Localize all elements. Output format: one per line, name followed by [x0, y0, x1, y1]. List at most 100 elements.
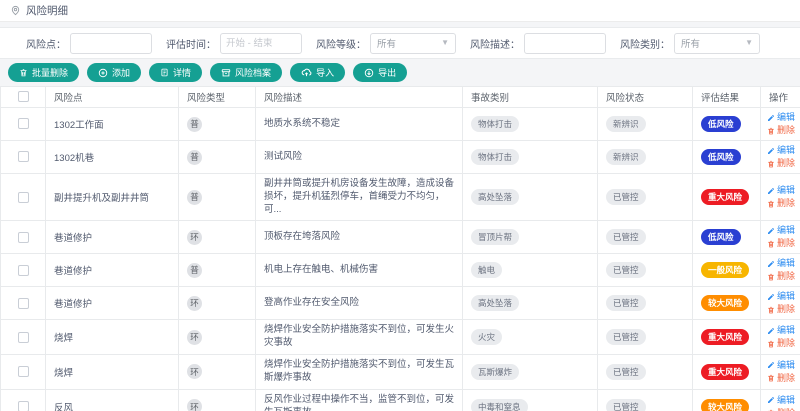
actions-cell: 编辑 删除: [760, 354, 800, 390]
edit-link[interactable]: 编辑: [767, 257, 796, 270]
risk-status-cell: 已管控: [597, 286, 693, 321]
trash-icon: [768, 240, 774, 248]
assess-result-cell: 重大风险: [692, 319, 761, 356]
risk-desc-cell: 登高作业存在安全风险: [255, 286, 463, 321]
edit-link[interactable]: 编辑: [767, 324, 796, 337]
delete-link[interactable]: 删除: [767, 124, 796, 137]
risk-status-badge: 已管控: [606, 295, 646, 312]
detail-button[interactable]: 详情: [149, 63, 203, 82]
accident-badge: 物体打击: [471, 116, 520, 132]
batch-delete-button[interactable]: 批量删除: [8, 63, 80, 82]
trash-icon: [768, 200, 774, 208]
delete-link[interactable]: 删除: [767, 270, 796, 283]
risk-category-select[interactable]: 所有 ▼: [674, 32, 760, 54]
filter-risk-level: 风险等级： 所有 ▼: [316, 32, 456, 54]
trash-icon: [768, 306, 774, 314]
accident-cell: 物体打击: [462, 107, 598, 141]
accident-cell: 中毒和窒息: [462, 388, 598, 411]
risk-type-cell: 普: [178, 172, 256, 222]
row-checkbox[interactable]: [17, 264, 29, 276]
chevron-down-icon: ▼: [745, 38, 753, 47]
table-row: 1302工作面 普 地质水系统不稳定 物体打击 新辨识 低风险 编辑 删除: [0, 107, 800, 141]
delete-link[interactable]: 删除: [767, 197, 796, 210]
trash-icon: [768, 160, 774, 167]
assess-result-cell: 重大风险: [692, 354, 761, 390]
risk-desc-cell: 烧焊作业安全防护措施落实不到位，可发生火灾事故: [255, 319, 463, 356]
pencil-icon: [768, 293, 774, 300]
add-button[interactable]: 添加: [87, 63, 142, 82]
page-title: 风险明细: [26, 5, 68, 17]
row-checkbox-cell: [0, 107, 46, 141]
pencil-icon: [768, 114, 774, 121]
import-button[interactable]: 导入: [290, 63, 346, 82]
cloud-upload-icon: [301, 68, 312, 77]
risk-status-cell: 已管控: [597, 354, 693, 390]
filter-risk-desc: 风险描述：: [470, 32, 606, 54]
table-row: 巷道修护 环 顶板存在垮落风险 冒顶片帮 已管控 低风险 编辑 删除: [0, 220, 800, 255]
risk-type-cell: 普: [178, 253, 256, 288]
table-row: 巷道修护 环 登高作业存在安全风险 高处坠落 已管控 较大风险 编辑 删除: [0, 286, 800, 321]
delete-link[interactable]: 删除: [767, 303, 796, 316]
trash-icon: [768, 340, 774, 348]
edit-link[interactable]: 编辑: [767, 111, 796, 124]
delete-link[interactable]: 删除: [767, 372, 796, 385]
archive-icon: [221, 68, 231, 76]
assess-result-badge: 低风险: [701, 149, 741, 165]
row-checkbox[interactable]: [17, 151, 29, 163]
edit-link[interactable]: 编辑: [767, 144, 796, 157]
risk-desc-cell: 机电上存在触电、机械伤害: [255, 253, 463, 288]
risk-type-cell: 环: [178, 319, 256, 356]
edit-link[interactable]: 编辑: [767, 184, 796, 197]
table-row: 烧焊 环 烧焊作业安全防护措施落实不到位，可发生瓦斯爆炸事故 瓦斯爆炸 已管控 …: [0, 354, 800, 390]
risk-status-badge: 已管控: [606, 363, 646, 380]
delete-link[interactable]: 删除: [767, 237, 796, 250]
risk-status-cell: 已管控: [597, 388, 693, 411]
row-checkbox[interactable]: [17, 118, 29, 130]
row-checkbox-cell: [0, 354, 46, 390]
pencil-icon: [768, 397, 774, 403]
risk-status-badge: 已管控: [606, 229, 646, 246]
risk-point-cell: 巷道修护: [45, 220, 179, 255]
edit-link[interactable]: 编辑: [767, 290, 796, 303]
export-button[interactable]: 导出: [353, 63, 408, 82]
row-checkbox[interactable]: [17, 366, 29, 378]
pencil-icon: [768, 147, 774, 154]
delete-link[interactable]: 删除: [767, 157, 796, 170]
accident-cell: 物体打击: [462, 140, 598, 174]
row-checkbox[interactable]: [17, 231, 29, 243]
row-checkbox[interactable]: [17, 297, 29, 309]
risk-category-value: 所有: [681, 39, 701, 50]
row-checkbox[interactable]: [17, 191, 29, 203]
accident-badge: 中毒和窒息: [471, 398, 528, 411]
trash-icon: [768, 273, 774, 281]
delete-link[interactable]: 删除: [767, 337, 796, 350]
row-checkbox-cell: [0, 388, 46, 411]
edit-link[interactable]: 编辑: [767, 224, 796, 237]
assess-result-cell: 一般风险: [692, 253, 761, 288]
risk-point-input[interactable]: [70, 32, 152, 54]
accident-badge: 火灾: [471, 329, 503, 346]
risk-archive-button[interactable]: 风险档案: [210, 63, 283, 82]
accident-badge: 触电: [471, 262, 503, 279]
select-all-checkbox[interactable]: [17, 91, 29, 103]
chevron-down-icon: ▼: [441, 38, 449, 47]
risk-level-select[interactable]: 所有 ▼: [370, 32, 456, 54]
edit-link[interactable]: 编辑: [767, 394, 796, 407]
risk-type-cell: 普: [178, 140, 256, 174]
actions-cell: 编辑 删除: [760, 220, 800, 255]
risk-type-badge: 普: [187, 116, 202, 132]
risk-type-badge: 普: [187, 149, 202, 165]
assess-result-badge: 低风险: [701, 229, 741, 246]
row-checkbox[interactable]: [17, 400, 29, 411]
row-checkbox-cell: [0, 319, 46, 356]
actions-cell: 编辑 删除: [760, 253, 800, 288]
delete-link[interactable]: 删除: [767, 407, 796, 411]
row-checkbox[interactable]: [17, 331, 29, 343]
pencil-icon: [768, 187, 774, 194]
edit-link[interactable]: 编辑: [767, 359, 796, 372]
risk-desc-input[interactable]: [524, 32, 606, 54]
assess-time-input[interactable]: [220, 32, 302, 54]
assess-time-label: 评估时间：: [166, 39, 216, 51]
risk-type-cell: 环: [178, 286, 256, 321]
risk-detail-page: 风险明细 风险点： 评估时间： 风险等级： 所有 ▼ 风险描述： 风险类别： 所…: [0, 0, 800, 411]
